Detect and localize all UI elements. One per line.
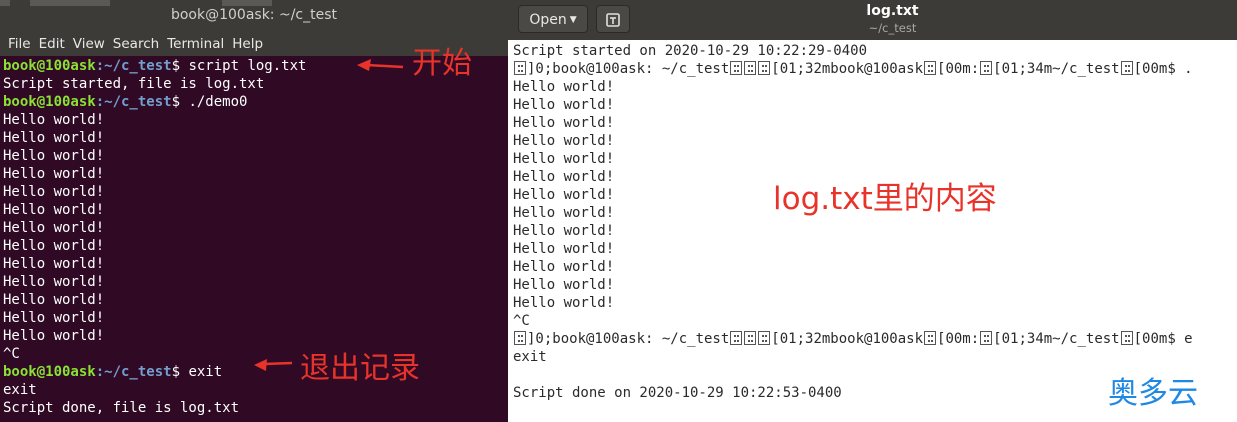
arrow-exit-icon	[254, 359, 293, 371]
prompt-path: :~/c_test	[95, 364, 172, 380]
editor-line: Script done on 2020-10-29 10:22:53-0400	[513, 385, 842, 401]
prompt-dollar: $	[171, 94, 189, 110]
prompt-user: book@100ask	[3, 94, 96, 110]
control-char-icon	[924, 331, 937, 345]
prompt-user: book@100ask	[3, 58, 96, 74]
prompt-cmd: ./demo0	[188, 94, 248, 110]
terminal-line: Hello world!	[3, 166, 105, 182]
editor-line: Hello world!	[513, 223, 615, 239]
editor-line: Hello world!	[513, 295, 615, 311]
escape-segment: [00m:	[937, 331, 980, 347]
editor-line: Script started on 2020-10-29 10:22:29-04…	[513, 43, 868, 59]
control-char-icon	[758, 331, 771, 345]
watermark-logo: 奥多云	[1108, 376, 1198, 411]
annotation-exit: 退出记录	[300, 351, 420, 386]
menu-edit[interactable]: Edit	[39, 32, 65, 56]
document-title: log.txt	[866, 3, 919, 19]
terminal-line: exit	[3, 382, 37, 398]
escape-segment: [00m:	[937, 61, 980, 77]
terminal-titlebar[interactable]: book@100ask: ~/c_test	[0, 0, 508, 32]
control-char-icon	[1120, 61, 1133, 75]
editor-line: ]0;book@100ask: ~/c_test [01;32mbook@100a…	[513, 60, 1193, 78]
editor-line: Hello world!	[513, 97, 615, 113]
terminal-line: Hello world!	[3, 130, 105, 146]
editor-line: Hello world!	[513, 79, 615, 95]
editor-line: exit	[513, 349, 547, 365]
terminal-line: Hello world!	[3, 310, 105, 326]
menu-view[interactable]: View	[73, 32, 105, 56]
escape-segment: ]0;book@100ask: ~/c_test	[527, 331, 730, 347]
control-char-icon	[924, 61, 937, 75]
editor-line: Hello world!	[513, 277, 615, 293]
escape-segment: [00m$ .	[1133, 61, 1193, 77]
terminal-line: Hello world!	[3, 256, 105, 272]
editor-line: Hello world!	[513, 151, 615, 167]
control-char-icon	[1120, 331, 1133, 345]
control-char-icon	[514, 61, 526, 75]
escape-segment: ]0;book@100ask: ~/c_test	[527, 61, 730, 77]
terminal-line: Hello world!	[3, 112, 105, 128]
control-char-icon	[744, 61, 757, 75]
prompt-dollar: $	[171, 58, 189, 74]
escape-segment: [01;34m~/c_test	[993, 61, 1120, 77]
terminal-line: Hello world!	[3, 238, 105, 254]
terminal-line: Script done, file is log.txt	[3, 400, 240, 416]
menu-file[interactable]: File	[8, 32, 31, 56]
editor-line: Hello world!	[513, 241, 615, 257]
terminal-line: Hello world!	[3, 328, 105, 344]
terminal-line: Hello world!	[3, 148, 105, 164]
editor-headerbar: Open ▼ log.txt ~/c_test	[508, 0, 1237, 40]
terminal-line: Hello world!	[3, 184, 105, 200]
terminal-line: book@100ask:~/c_test$ ./demo0	[3, 93, 508, 111]
terminal-title: book@100ask: ~/c_test	[170, 7, 338, 23]
control-char-icon	[758, 61, 771, 75]
annotation-start: 开始	[412, 46, 472, 81]
prompt-path: :~/c_test	[95, 58, 172, 74]
escape-segment: [00m$ e	[1133, 331, 1193, 347]
control-char-icon	[980, 61, 993, 75]
editor-line: Hello world!	[513, 115, 615, 131]
control-char-icon	[514, 331, 526, 345]
menu-help[interactable]: Help	[232, 32, 263, 56]
editor-line: ]0;book@100ask: ~/c_test [01;32mbook@100a…	[513, 330, 1193, 348]
terminal-line: Hello world!	[3, 274, 105, 290]
prompt-cmd: script log.txt	[188, 58, 307, 74]
document-path: ~/c_test	[868, 21, 917, 35]
escape-segment: [01;32mbook@100ask	[771, 61, 924, 77]
annotation-file-content: log.txt里的内容	[773, 181, 997, 217]
terminal-line: Hello world!	[3, 202, 105, 218]
control-char-icon	[744, 331, 757, 345]
editor-text-area[interactable]: Script started on 2020-10-29 10:22:29-04…	[513, 42, 1193, 402]
prompt-dollar: $	[171, 364, 189, 380]
escape-segment: [01;34m~/c_test	[993, 331, 1120, 347]
editor-line: Hello world!	[513, 133, 615, 149]
escape-segment: [01;32mbook@100ask	[771, 331, 924, 347]
prompt-cmd: exit	[188, 364, 223, 380]
prompt-path: :~/c_test	[95, 94, 172, 110]
editor-line: ^C	[513, 313, 530, 329]
menu-terminal[interactable]: Terminal	[167, 32, 224, 56]
menu-search[interactable]: Search	[113, 32, 159, 56]
control-char-icon	[730, 331, 743, 345]
control-char-icon	[730, 61, 743, 75]
terminal-line: Hello world!	[3, 220, 105, 236]
terminal-line: Hello world!	[3, 292, 105, 308]
editor-line: Hello world!	[513, 259, 615, 275]
prompt-user: book@100ask	[3, 364, 96, 380]
arrow-start-icon	[357, 59, 404, 71]
control-char-icon	[980, 331, 993, 345]
